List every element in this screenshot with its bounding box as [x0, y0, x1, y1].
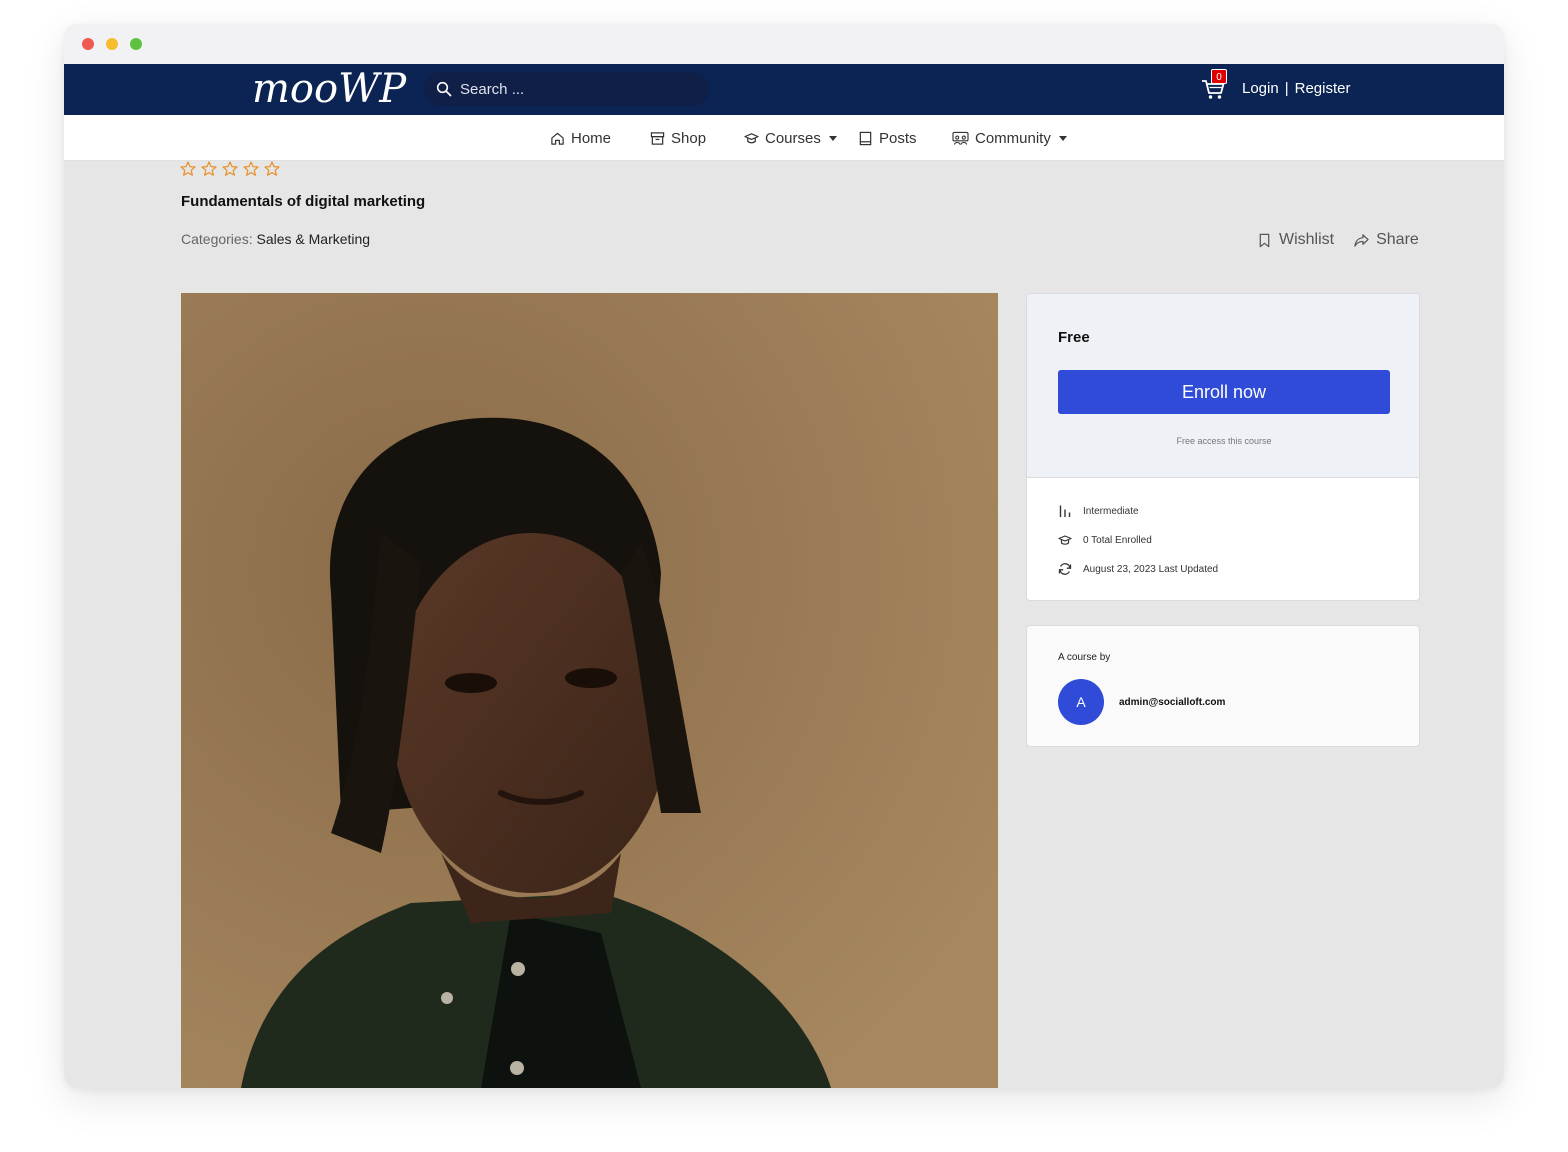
course-actions: Wishlist Share — [1257, 231, 1419, 249]
graduation-cap-icon — [744, 132, 759, 143]
cart-count-badge: 0 — [1211, 69, 1227, 84]
home-icon — [551, 132, 564, 145]
search-input[interactable] — [460, 78, 690, 100]
graduation-cap-icon — [1058, 535, 1072, 545]
wishlist-label: Wishlist — [1279, 231, 1335, 248]
free-access-note: Free access this course — [1176, 436, 1272, 446]
chevron-down-icon — [828, 135, 837, 141]
author-name[interactable]: admin@socialloft.com — [1119, 697, 1225, 708]
login-link[interactable]: Login — [1242, 80, 1279, 97]
course-title: Fundamentals of digital marketing — [181, 193, 426, 210]
star-icon — [180, 161, 196, 176]
author-avatar[interactable]: A — [1058, 679, 1104, 725]
share-button[interactable]: Share — [1354, 231, 1419, 249]
star-icon — [243, 161, 259, 176]
enroll-now-button[interactable]: Enroll now — [1058, 370, 1390, 414]
course-enrolled-text: 0 Total Enrolled — [1083, 534, 1152, 546]
main-nav: Home Shop Courses Posts Community — [64, 115, 1504, 161]
nav-shop[interactable]: Shop — [650, 128, 706, 148]
minimize-window-button[interactable] — [106, 38, 118, 50]
course-updated-text: August 23, 2023 Last Updated — [1083, 563, 1219, 575]
maximize-window-button[interactable] — [130, 38, 142, 50]
share-icon — [1354, 233, 1369, 247]
author-card-label: A course by — [1058, 652, 1111, 663]
browser-window: mooWP 0 Login | Register Home Shop — [64, 24, 1504, 1088]
shop-icon — [650, 131, 665, 145]
window-titlebar — [64, 24, 1504, 64]
author-card: A course by A admin@socialloft.com — [1026, 625, 1420, 747]
course-page: Fundamentals of digital marketing Catego… — [64, 161, 1504, 1088]
register-link[interactable]: Register — [1295, 80, 1351, 97]
close-window-button[interactable] — [82, 38, 94, 50]
chevron-down-icon — [1058, 135, 1067, 141]
star-icon — [264, 161, 280, 176]
enroll-card: Free Enroll now Free access this course … — [1026, 293, 1420, 601]
nav-courses-label: Courses — [765, 129, 821, 147]
course-categories: Categories: Sales & Marketing — [181, 231, 370, 247]
level-bars-icon — [1059, 505, 1071, 517]
search-box — [424, 72, 709, 106]
course-enrolled: 0 Total Enrolled — [1058, 533, 1152, 547]
community-icon — [952, 131, 969, 145]
enroll-card-header: Free Enroll now Free access this course — [1027, 294, 1419, 478]
categories-label: Categories: — [181, 231, 253, 247]
top-header: mooWP 0 Login | Register — [64, 64, 1504, 115]
nav-home-label: Home — [571, 129, 612, 147]
search-icon — [436, 81, 452, 97]
course-level: Intermediate — [1058, 504, 1139, 518]
nav-home[interactable]: Home — [550, 128, 611, 148]
portrait-image — [181, 293, 998, 1088]
star-icon — [201, 161, 217, 176]
nav-community[interactable]: Community — [952, 128, 1067, 148]
site-logo[interactable]: mooWP — [252, 66, 406, 112]
book-icon — [859, 131, 872, 145]
nav-shop-label: Shop — [671, 129, 707, 147]
bookmark-icon — [1259, 233, 1270, 247]
course-updated: August 23, 2023 Last Updated — [1058, 562, 1218, 576]
share-label: Share — [1376, 231, 1419, 248]
category-link[interactable]: Sales & Marketing — [256, 231, 370, 247]
refresh-icon — [1058, 563, 1072, 575]
wishlist-button[interactable]: Wishlist — [1257, 231, 1334, 249]
auth-links: Login | Register — [1242, 80, 1350, 97]
course-rating — [180, 161, 280, 176]
nav-posts-label: Posts — [879, 129, 917, 147]
star-icon — [222, 161, 238, 176]
auth-separator: | — [1284, 80, 1289, 97]
nav-community-label: Community — [975, 129, 1051, 147]
course-price: Free — [1058, 329, 1090, 346]
course-thumbnail — [181, 293, 998, 1088]
nav-courses[interactable]: Courses — [744, 128, 837, 148]
course-level-text: Intermediate — [1083, 505, 1139, 517]
nav-posts[interactable]: Posts — [858, 128, 917, 148]
